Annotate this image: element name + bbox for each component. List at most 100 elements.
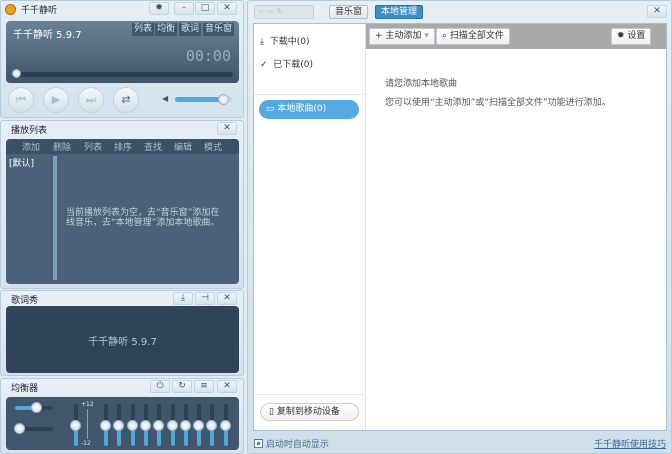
volume-slider[interactable] <box>175 94 232 105</box>
lyrics-pin-button[interactable]: ⊣ <box>195 292 215 305</box>
copy-to-device-label: 复制到移动设备 <box>276 407 340 417</box>
close-icon: ✕ <box>653 6 661 16</box>
eq-band-slider-10[interactable] <box>219 404 231 446</box>
mode-button-lyrics[interactable]: 歌词 <box>179 23 202 36</box>
next-button[interactable]: ⏭ <box>78 87 104 113</box>
playlist-default[interactable]: [默认] <box>9 156 34 169</box>
phone-icon: ▯ <box>269 407 274 417</box>
sidebar-item-downloading[interactable]: ⤓ 下载中(0) <box>260 34 309 47</box>
menu-sort[interactable]: 排序 <box>114 140 132 153</box>
auto-show-checkbox[interactable]: 启动时自动显示 <box>254 437 329 450</box>
next-icon: ⏭ <box>86 93 96 106</box>
settings-button[interactable]: ✹ <box>149 2 169 15</box>
playlist-splitter[interactable] <box>53 156 57 280</box>
scan-button[interactable]: ⌕ 扫描全部文件 <box>436 28 510 45</box>
eq-band-slider-4[interactable] <box>139 404 151 446</box>
lyrics-download-button[interactable]: ⤓ <box>173 292 193 305</box>
eq-band-slider-7[interactable] <box>179 404 191 446</box>
balance-slider[interactable] <box>15 402 53 413</box>
chevron-down-icon: ▾ <box>424 31 429 41</box>
lyrics-window: 歌词秀 ⤓ ⊣ ✕ 千千静听 5.9.7 <box>0 290 244 376</box>
menu-edit[interactable]: 编辑 <box>174 140 192 153</box>
add-button[interactable]: + 主动添加 ▾ <box>369 28 435 45</box>
eq-band-handle[interactable] <box>153 420 165 431</box>
tab-local-management[interactable]: 本地管理 <box>375 5 424 19</box>
mode-button-playlist[interactable]: 列表 <box>132 23 155 36</box>
tips-link[interactable]: 千千静听使用技巧 <box>594 437 666 450</box>
minimize-button[interactable]: – <box>174 2 194 15</box>
sidebar-divider-bottom <box>254 394 365 395</box>
eq-band-handle[interactable] <box>139 420 151 431</box>
volume-handle[interactable] <box>218 94 230 105</box>
playlist-body: 添加 删除 列表 排序 查找 编辑 模式 [默认] 当前播放列表为空，去“音乐窗… <box>6 139 239 284</box>
playlist-empty-message: 当前播放列表为空，去“音乐窗”添加在线音乐，去“本地管理”添加本地歌曲。 <box>66 208 220 228</box>
eq-band-slider-3[interactable] <box>126 404 138 446</box>
check-icon: ✓ <box>260 60 268 70</box>
eq-band-slider-8[interactable] <box>193 404 205 446</box>
lyrics-body: 千千静听 5.9.7 <box>6 306 239 373</box>
sidebar-item-downloaded[interactable]: ✓ 已下载(0) <box>260 57 313 70</box>
back-icon[interactable]: ⇦ <box>258 7 265 16</box>
play-mode-button[interactable]: ⇄ <box>113 87 139 113</box>
checkbox-icon <box>254 439 263 448</box>
eq-band-slider-5[interactable] <box>153 404 165 446</box>
manager-close-button[interactable]: ✕ <box>647 5 667 18</box>
refresh-icon[interactable]: ↻ <box>277 7 284 16</box>
eq-band-handle[interactable] <box>126 420 138 431</box>
downloaded-label: 已下载(0) <box>273 60 314 70</box>
eq-band-handle[interactable] <box>166 420 178 431</box>
copy-to-device-button[interactable]: ▯ 复制到移动设备 <box>260 403 359 421</box>
lyrics-close-button[interactable]: ✕ <box>217 292 237 305</box>
menu-mode[interactable]: 模式 <box>204 140 222 153</box>
local-songs-label: 本地歌曲(0) <box>277 104 327 114</box>
menu-add[interactable]: 添加 <box>22 140 40 153</box>
mode-button-equalizer[interactable]: 均衡 <box>155 23 178 36</box>
downloading-label: 下载中(0) <box>269 37 310 47</box>
eq-band-handle[interactable] <box>179 420 191 431</box>
seek-bar[interactable] <box>12 69 233 78</box>
close-icon: ✕ <box>223 123 231 133</box>
menu-delete[interactable]: 删除 <box>53 140 71 153</box>
eq-band-handle[interactable] <box>113 420 125 431</box>
balance-handle[interactable] <box>30 402 42 413</box>
preamp-handle[interactable] <box>70 420 81 431</box>
equalizer-presets-button[interactable]: ≡ <box>194 380 214 393</box>
eq-band-handle[interactable] <box>206 420 218 431</box>
scale-top-label: +12 <box>81 401 94 408</box>
equalizer-reset-button[interactable]: ↻ <box>172 380 192 393</box>
volume-fill <box>175 97 224 102</box>
equalizer-close-button[interactable]: ✕ <box>217 380 237 393</box>
volume-icon: ◀ <box>162 94 169 103</box>
play-button[interactable]: ▶ <box>43 87 69 113</box>
surround-slider[interactable] <box>14 423 53 434</box>
scan-label: 扫描全部文件 <box>449 31 504 41</box>
settings-button-manager[interactable]: ✹ 设置 <box>611 28 652 45</box>
eq-band-slider-1[interactable] <box>100 404 111 446</box>
eq-band-handle[interactable] <box>193 420 205 431</box>
eq-band-handle[interactable] <box>219 420 231 431</box>
previous-button[interactable]: ⏮ <box>8 87 34 113</box>
surround-handle[interactable] <box>14 423 25 434</box>
app-title: 千千静听 <box>21 6 58 16</box>
download-icon: ⤓ <box>181 293 185 303</box>
eq-band-slider-2[interactable] <box>113 404 125 446</box>
mode-button-music-window[interactable]: 音乐窗 <box>203 23 235 36</box>
maximize-icon: □ <box>200 3 210 13</box>
eq-band-slider-9[interactable] <box>206 404 218 446</box>
maximize-button[interactable]: □ <box>195 2 215 15</box>
close-icon: ✕ <box>223 293 231 303</box>
close-button[interactable]: ✕ <box>217 2 237 15</box>
sidebar-item-local-songs[interactable]: ▭ 本地歌曲(0) <box>259 100 359 119</box>
seek-handle[interactable] <box>12 69 21 78</box>
display-panel: 千千静听 5.9.7 列表 均衡 歌词 音乐窗 00:00 <box>6 21 239 83</box>
eq-band-handle[interactable] <box>100 420 111 431</box>
tab-music-window[interactable]: 音乐窗 <box>329 5 369 19</box>
eq-band-slider-6[interactable] <box>166 404 178 446</box>
playlist-close-button[interactable]: ✕ <box>217 122 237 135</box>
menu-list[interactable]: 列表 <box>84 140 102 153</box>
forward-icon[interactable]: ⇨ <box>267 7 274 16</box>
playlist-window: 播放列表 ✕ 添加 删除 列表 排序 查找 编辑 模式 [默认] 当前播放列表为… <box>0 120 244 289</box>
preamp-slider[interactable] <box>70 404 81 446</box>
equalizer-power-button[interactable]: ⏻ <box>150 380 170 393</box>
menu-find[interactable]: 查找 <box>144 140 162 153</box>
